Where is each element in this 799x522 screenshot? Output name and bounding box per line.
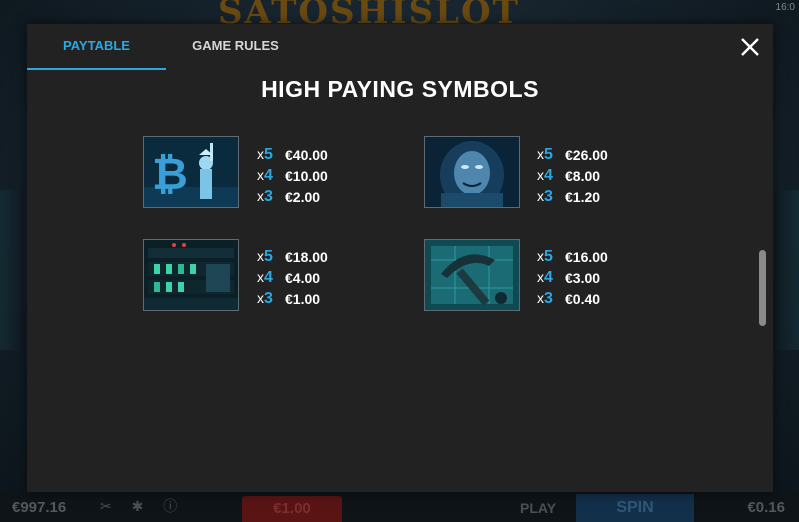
match-count: 3	[264, 187, 273, 205]
multiplier-prefix: x	[537, 187, 544, 204]
multiplier-prefix: x	[257, 145, 264, 162]
symbol-2-paytable: x5 €26.00 x4 €8.00 x3 €1.20	[537, 144, 637, 207]
multiplier-prefix: x	[257, 289, 264, 306]
clock-text: 16:0	[775, 2, 795, 13]
balance-value: €997.16	[12, 499, 67, 516]
match-count: 3	[544, 187, 553, 205]
scrollbar-thumb[interactable]	[759, 250, 766, 326]
bet-value: €1.00	[242, 496, 342, 522]
payout-amount: €1.00	[285, 290, 321, 307]
payout-amount: €3.00	[565, 269, 601, 286]
payout-amount: €4.00	[285, 269, 321, 286]
multiplier-prefix: x	[537, 268, 544, 285]
paytable-modal: PAYTABLE GAME RULES HIGH PAYING SYMBOLS …	[27, 24, 773, 492]
win-value: €0.16	[747, 499, 785, 516]
multiplier-prefix: x	[537, 247, 544, 264]
multiplier-prefix: x	[257, 268, 264, 285]
symbol-3-paytable: x5 €18.00 x4 €4.00 x3 €1.00	[257, 246, 357, 309]
multiplier-prefix: x	[257, 187, 264, 204]
match-count: 4	[264, 166, 273, 184]
payout-amount: €18.00	[285, 248, 328, 265]
pay-row: x3 €1.20	[537, 186, 637, 207]
pay-row: x4 €10.00	[257, 165, 357, 186]
payout-amount: €1.20	[565, 188, 601, 205]
spin-button: SPIN	[576, 494, 694, 522]
modal-tabs: PAYTABLE GAME RULES	[27, 24, 305, 70]
match-count: 5	[544, 145, 553, 163]
match-count: 5	[544, 247, 553, 265]
payout-amount: €40.00	[285, 146, 328, 163]
symbol-1-paytable: x5 €40.00 x4 €10.00 x3 €2.00	[257, 144, 357, 207]
close-button[interactable]	[739, 36, 761, 58]
payout-amount: €2.00	[285, 188, 321, 205]
tab-paytable[interactable]: PAYTABLE	[27, 24, 166, 70]
multiplier-prefix: x	[537, 289, 544, 306]
pay-row: x3 €2.00	[257, 186, 357, 207]
section-title: HIGH PAYING SYMBOLS	[261, 76, 539, 102]
multiplier-prefix: x	[537, 145, 544, 162]
pay-row: x3 €1.00	[257, 288, 357, 309]
pickaxe-chip-symbol-icon	[424, 239, 520, 311]
payout-amount: €10.00	[285, 167, 328, 184]
pay-row: x4 €3.00	[537, 267, 637, 288]
payout-amount: €8.00	[565, 167, 601, 184]
multiplier-prefix: x	[257, 166, 264, 183]
symbol-4-paytable: x5 €16.00 x4 €3.00 x3 €0.40	[537, 246, 637, 309]
match-count: 4	[544, 268, 553, 286]
pay-row: x3 €0.40	[537, 288, 637, 309]
multiplier-prefix: x	[257, 247, 264, 264]
hooded-figure-symbol-icon	[424, 136, 520, 208]
bitcoin-liberty-symbol-icon: ₿	[143, 136, 239, 208]
close-icon	[741, 38, 759, 56]
payout-amount: €16.00	[565, 248, 608, 265]
match-count: 3	[264, 289, 273, 307]
play-label: PLAY	[520, 500, 557, 516]
pay-row: x5 €16.00	[537, 246, 637, 267]
match-count: 5	[264, 247, 273, 265]
reel-edge-left	[0, 190, 24, 350]
settings-icons: ✂ ✱ ⓘ	[100, 498, 186, 514]
multiplier-prefix: x	[537, 166, 544, 183]
pay-row: x5 €40.00	[257, 144, 357, 165]
payout-amount: €26.00	[565, 146, 608, 163]
server-panel-symbol-icon	[143, 239, 239, 311]
reel-edge-right	[773, 190, 799, 350]
tab-game-rules[interactable]: GAME RULES	[166, 24, 305, 70]
pay-row: x5 €18.00	[257, 246, 357, 267]
match-count: 3	[544, 289, 553, 307]
pay-row: x5 €26.00	[537, 144, 637, 165]
payout-amount: €0.40	[565, 290, 601, 307]
match-count: 4	[544, 166, 553, 184]
match-count: 5	[264, 145, 273, 163]
pay-row: x4 €8.00	[537, 165, 637, 186]
match-count: 4	[264, 268, 273, 286]
pay-row: x4 €4.00	[257, 267, 357, 288]
svg-text:₿: ₿	[152, 149, 188, 200]
